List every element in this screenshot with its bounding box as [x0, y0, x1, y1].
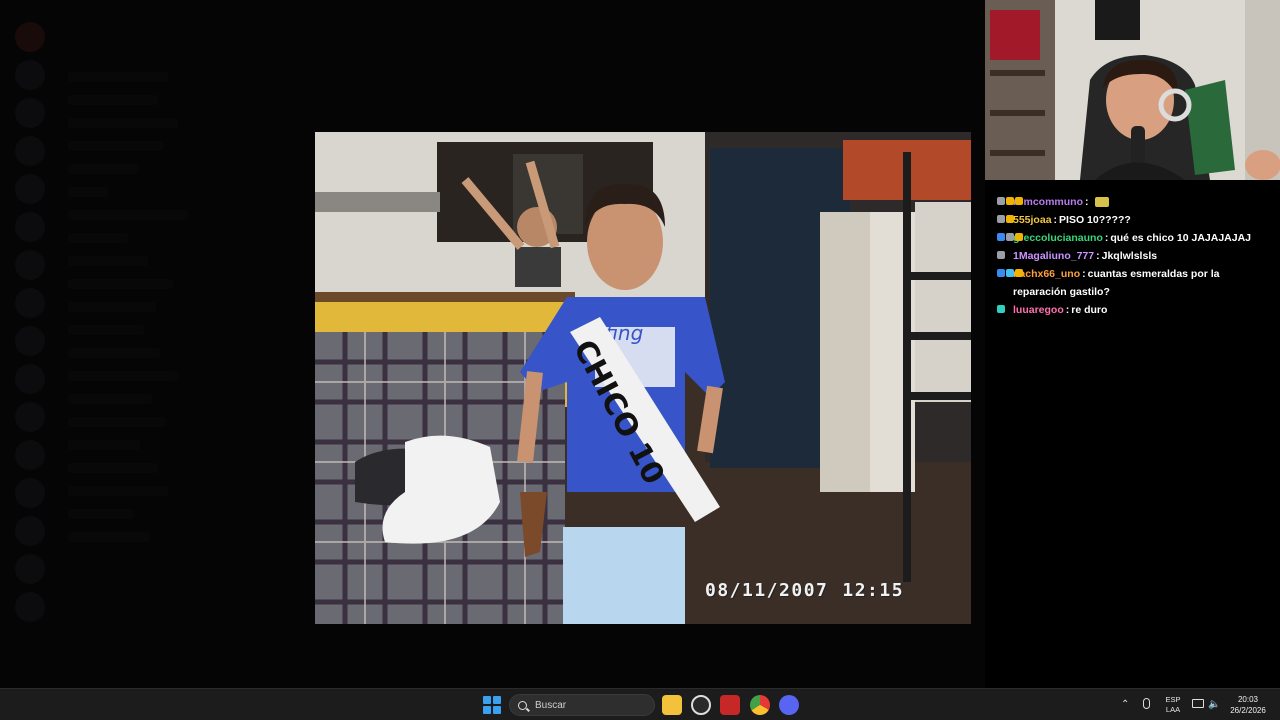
- photo-date: 08/11/2007: [705, 580, 829, 601]
- chat-username[interactable]: 1Magaliuno_777: [1013, 250, 1094, 262]
- chat-separator: :: [1085, 196, 1089, 208]
- chat-badge-icon: [1015, 269, 1023, 277]
- chat-message: 1Magaliuno_777: Jkqlwlslsls: [997, 247, 1270, 265]
- webcam-feed: [985, 0, 1280, 180]
- clock-date: 26/2/2026: [1230, 706, 1266, 715]
- chat-username[interactable]: luuaregoo: [1013, 304, 1064, 316]
- obs-icon[interactable]: [691, 695, 711, 715]
- network-icon[interactable]: [1192, 699, 1204, 708]
- chat-badges: [997, 269, 1023, 277]
- photo-time: 12:15: [842, 580, 905, 601]
- streamer-app-icon[interactable]: [720, 695, 740, 715]
- taskbar-search-input[interactable]: Buscar: [509, 694, 655, 716]
- chat-separator: :: [1053, 214, 1058, 226]
- file-explorer-icon[interactable]: [662, 695, 682, 715]
- chat-text: re duro: [1071, 304, 1108, 316]
- chat-emote-icon: [1094, 197, 1109, 208]
- chat-badge-icon: [997, 305, 1005, 313]
- chat-separator: :: [1065, 304, 1070, 316]
- chat-text: PISO 10?????: [1059, 214, 1131, 226]
- chat-badges: [997, 215, 1014, 223]
- chat-username[interactable]: romcommuno: [1013, 196, 1083, 208]
- photo-timestamp: 08/11/2007 12:15: [705, 580, 904, 601]
- chat-separator: :: [1096, 250, 1100, 262]
- discord-icon[interactable]: [779, 695, 799, 715]
- chat-badge-icon: [997, 197, 1005, 205]
- chat-message: greccolucianauno: qué es chico 10 JAJAJAJ…: [997, 229, 1270, 247]
- chat-separator: :: [1104, 232, 1109, 244]
- microphone-icon[interactable]: [1143, 698, 1150, 709]
- lang-code: ESP: [1165, 695, 1181, 704]
- chat-badge-icon: [997, 215, 1005, 223]
- volume-icon[interactable]: 🔈: [1208, 699, 1220, 710]
- stream-chat: romcommuno:555joaa: PISO 10????? greccoluc…: [985, 180, 1280, 688]
- windows-taskbar: Buscar ⌃ ESP LAA 🔈 20:03 26/2/2026: [0, 688, 1280, 720]
- windows-start-icon[interactable]: [483, 696, 501, 714]
- chat-badge-icon: [997, 269, 1005, 277]
- chat-badges: [997, 251, 1005, 259]
- chat-badge-icon: [1006, 197, 1014, 205]
- chat-text: qué es chico 10 JAJAJAJAJ: [1110, 232, 1252, 244]
- chat-message-list: romcommuno:555joaa: PISO 10????? greccoluc…: [997, 193, 1270, 319]
- chat-separator: :: [1082, 268, 1086, 280]
- chat-badge-icon: [1015, 233, 1023, 241]
- lang-layout: LAA: [1165, 705, 1181, 714]
- screen: fing CHICO 10 08/11/2007 12:15 romcommun…: [0, 0, 1280, 720]
- chat-username[interactable]: greccolucianauno: [1013, 232, 1103, 244]
- chat-message: romcommuno:: [997, 193, 1270, 211]
- chevron-up-icon[interactable]: ⌃: [1121, 699, 1129, 710]
- chat-badge-icon: [1006, 269, 1014, 277]
- search-placeholder: Buscar: [535, 699, 567, 711]
- input-language[interactable]: ESP LAA: [1163, 695, 1183, 715]
- chat-message: nachx66_uno: cuantas esmeraldas por la re…: [997, 265, 1270, 301]
- chat-badges: [997, 233, 1023, 241]
- chat-badges: [997, 305, 1005, 313]
- clock-time: 20:03: [1237, 695, 1259, 704]
- chat-message: luuaregoo: re duro: [997, 301, 1270, 319]
- chat-message: 555joaa: PISO 10?????: [997, 211, 1270, 229]
- chat-username[interactable]: 555joaa: [1013, 214, 1052, 226]
- chat-badge-icon: [997, 251, 1005, 259]
- chat-badge-icon: [1006, 233, 1014, 241]
- chat-badge-icon: [997, 233, 1005, 241]
- chat-badge-icon: [1006, 215, 1014, 223]
- viewer-photo: fing CHICO 10 08/11/2007 12:15: [315, 132, 971, 624]
- chat-badges: [997, 197, 1023, 205]
- chat-badge-icon: [1015, 197, 1023, 205]
- chat-username[interactable]: nachx66_uno: [1013, 268, 1080, 280]
- chrome-icon[interactable]: [750, 695, 770, 715]
- taskbar-clock[interactable]: 20:03 26/2/2026: [1226, 694, 1270, 716]
- search-icon: [518, 700, 527, 710]
- chat-text: Jkqlwlslsls: [1101, 250, 1158, 262]
